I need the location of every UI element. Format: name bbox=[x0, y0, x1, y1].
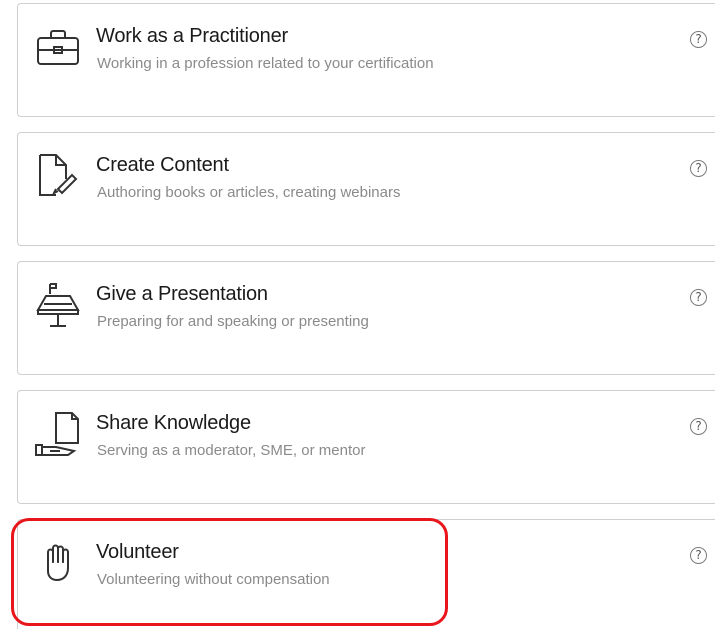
raised-hand-icon bbox=[34, 538, 82, 586]
activity-title: Share Knowledge bbox=[96, 412, 251, 434]
activity-card-volunteer[interactable]: Volunteer Volunteering without compensat… bbox=[17, 519, 715, 629]
help-icon[interactable]: ? bbox=[690, 418, 707, 435]
help-icon[interactable]: ? bbox=[690, 547, 707, 564]
hand-document-icon bbox=[34, 409, 82, 457]
document-pencil-icon bbox=[34, 151, 82, 199]
activity-title: Give a Presentation bbox=[96, 283, 268, 305]
activity-selection-panel: Work as a Practitioner Working in a prof… bbox=[0, 0, 715, 629]
activity-description: Serving as a moderator, SME, or mentor bbox=[97, 442, 366, 459]
activity-card-share-knowledge[interactable]: Share Knowledge Serving as a moderator, … bbox=[17, 390, 715, 504]
activity-title: Work as a Practitioner bbox=[96, 25, 288, 47]
activity-description: Working in a profession related to your … bbox=[97, 55, 434, 72]
activity-card-give-presentation[interactable]: Give a Presentation Preparing for and sp… bbox=[17, 261, 715, 375]
activity-description: Authoring books or articles, creating we… bbox=[97, 184, 401, 201]
help-icon[interactable]: ? bbox=[690, 289, 707, 306]
help-icon[interactable]: ? bbox=[690, 31, 707, 48]
activity-card-create-content[interactable]: Create Content Authoring books or articl… bbox=[17, 132, 715, 246]
activity-title: Create Content bbox=[96, 154, 229, 176]
briefcase-icon bbox=[34, 22, 82, 70]
help-icon[interactable]: ? bbox=[690, 160, 707, 177]
activity-title: Volunteer bbox=[96, 541, 179, 563]
activity-card-work-as-practitioner[interactable]: Work as a Practitioner Working in a prof… bbox=[17, 3, 715, 117]
podium-icon bbox=[34, 280, 82, 328]
activity-description: Volunteering without compensation bbox=[97, 571, 330, 588]
activity-description: Preparing for and speaking or presenting bbox=[97, 313, 369, 330]
